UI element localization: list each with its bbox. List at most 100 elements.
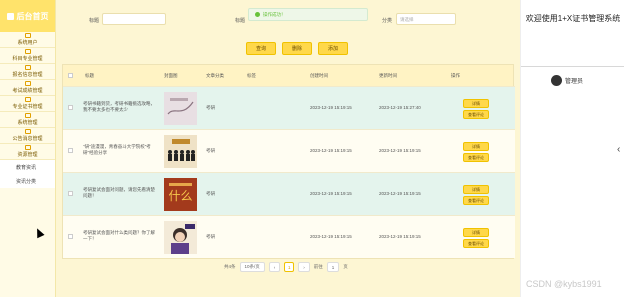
header-category: 文章分类 (206, 73, 224, 78)
gear-icon (24, 113, 31, 118)
welcome-title: 欢迎使用1+X证书管理系统 (525, 14, 621, 23)
page-label: 页 (343, 264, 348, 269)
sidebar-item-users[interactable]: 系统用户 (0, 32, 55, 48)
delete-button[interactable]: 删除 (282, 42, 313, 55)
row-updated: 2023-12-19 15:19:15 (379, 234, 421, 239)
detail-button[interactable]: 详情 (463, 185, 489, 194)
header-tag: 标签 (247, 73, 256, 78)
certificate-icon (24, 97, 31, 102)
detail-button[interactable]: 详情 (463, 99, 489, 108)
view-comments-button[interactable]: 查看评论 (463, 110, 489, 119)
username: 管理员 (565, 79, 584, 85)
row-checkbox[interactable] (68, 148, 73, 153)
title-label-2: 标题 (235, 18, 246, 24)
header-title: 标题 (85, 73, 94, 78)
success-toast: 操作成功！ (248, 8, 368, 21)
sidebar-item-registration[interactable]: 报名信息管理 (0, 64, 55, 80)
book-icon (24, 49, 31, 54)
header-actions: 操作 (451, 73, 460, 78)
row-category: 考研 (206, 191, 215, 196)
table-header: 标题 封面图 文章分类 标签 创建时间 更新时间 操作 (63, 65, 513, 86)
row-category: 考研 (206, 148, 215, 153)
score-icon (24, 81, 31, 86)
detail-button[interactable]: 详情 (463, 142, 489, 151)
row-checkbox[interactable] (68, 191, 73, 196)
data-table: 标题 封面图 文章分类 标签 创建时间 更新时间 操作 考研书籍到货，考研书籍挑… (62, 64, 515, 259)
query-button[interactable]: 查询 (246, 42, 277, 55)
add-button[interactable]: 添加 (318, 42, 349, 55)
app-root: 后台首页 系统用户 科目专业管理 报名信息管理 考试成绩管理 专业证书管理 系统… (0, 0, 624, 297)
header-cover: 封面图 (164, 73, 178, 78)
row-created: 2023-12-19 15:19:15 (310, 191, 352, 196)
total-count: 共4条 (224, 264, 236, 269)
sidebar-item-notices[interactable]: 公告消息管理 (0, 128, 55, 144)
row-category: 考研 (206, 105, 215, 110)
row-checkbox[interactable] (68, 105, 73, 110)
sidebar-home[interactable]: 后台首页 (0, 0, 55, 32)
home-icon (6, 12, 14, 20)
sidebar-item-certificates[interactable]: 专业证书管理 (0, 96, 55, 112)
folder-icon (24, 145, 31, 150)
header-created: 创建时间 (310, 73, 328, 78)
title-label: 标题 (89, 18, 100, 24)
row-created: 2023-12-19 15:19:15 (310, 105, 352, 110)
row-updated: 2023-12-19 15:19:15 (379, 148, 421, 153)
row-title: "研"途漫漫，青春奋斗大学院校"考研"经验分享 (83, 144, 151, 155)
row-updated: 2023-12-19 15:19:15 (379, 191, 421, 196)
current-page[interactable]: 1 (284, 262, 295, 272)
goto-input[interactable]: 1 (326, 262, 340, 272)
row-title: 考研书籍到货，考研书籍挑选攻略，我不要太多也不要太少 (83, 101, 155, 112)
table-row: 考研书籍到货，考研书籍挑选攻略，我不要太多也不要太少 考研 2023-12-19… (63, 86, 515, 129)
collapse-chevron-icon[interactable]: ‹ (617, 144, 620, 155)
goto-label: 前往 (313, 264, 323, 269)
sidebar-item-resources[interactable]: 资源管理 (0, 144, 55, 160)
page-size-select[interactable]: 10条/页 (239, 262, 265, 272)
sidebar-item-subjects[interactable]: 科目专业管理 (0, 48, 55, 64)
view-comments-button[interactable]: 查看评论 (463, 239, 489, 248)
cover-image (164, 92, 197, 125)
avatar (551, 75, 562, 86)
toast-text: 操作成功！ (263, 11, 286, 17)
view-comments-button[interactable]: 查看评论 (463, 153, 489, 162)
row-category: 考研 (206, 234, 215, 239)
right-panel: 欢迎使用1+X证书管理系统 管理员 ‹ (520, 0, 624, 297)
table-row: "研"途漫漫，青春奋斗大学院校"考研"经验分享 考研 2023-12-19 15… (63, 129, 515, 172)
cover-image (164, 221, 197, 254)
sidebar-item-scores[interactable]: 考试成绩管理 (0, 80, 55, 96)
table-row: 考研复试会面对什么类问题？你了解一下！ 考研 2023-12-19 15:19:… (63, 215, 515, 258)
sidebar: 后台首页 系统用户 科目专业管理 报名信息管理 考试成绩管理 专业证书管理 系统… (0, 0, 56, 297)
row-updated: 2023-12-19 15:27:40 (379, 105, 421, 110)
sidebar-sub-categories[interactable]: 资讯分类 (0, 174, 55, 188)
pagination: 共4条 10条/页 ‹ 1 › 前往 1 页 (224, 262, 348, 272)
prev-page-button[interactable]: ‹ (268, 262, 281, 272)
category-label: 分类 (382, 18, 393, 24)
sidebar-home-label: 后台首页 (16, 11, 49, 21)
watermark: CSDN @kybs1991 (526, 279, 602, 289)
title-input[interactable] (102, 13, 166, 25)
main-content: 标题 标题 分类 请选择 操作成功！ 查询 删除 添加 标题 封面图 文章分类 … (56, 0, 520, 297)
check-icon (255, 12, 260, 17)
detail-button[interactable]: 详情 (463, 228, 489, 237)
bell-icon (24, 129, 31, 134)
header-updated: 更新时间 (379, 73, 397, 78)
cover-image (164, 135, 197, 168)
action-buttons: 查询 删除 添加 (246, 42, 349, 55)
sidebar-item-system[interactable]: 系统管理 (0, 112, 55, 128)
table-row: 考研复试会面对问题，请您先看清楚问题！ 什么 考研 2023-12-19 15:… (63, 172, 515, 215)
select-all-checkbox[interactable] (68, 73, 73, 78)
sidebar-sub-news[interactable]: 教育资讯 (0, 160, 55, 174)
view-comments-button[interactable]: 查看评论 (463, 196, 489, 205)
divider (521, 66, 624, 67)
row-title: 考研复试会面对问题，请您先看清楚问题！ (83, 187, 155, 198)
row-checkbox[interactable] (68, 234, 73, 239)
form-icon (24, 65, 31, 70)
svg-text:什么: 什么 (168, 189, 192, 203)
user-info[interactable]: 管理员 (551, 75, 583, 86)
category-select[interactable]: 请选择 (396, 13, 456, 25)
next-page-button[interactable]: › (298, 262, 310, 272)
row-title: 考研复试会面对什么类问题？你了解一下！ (83, 230, 155, 241)
user-icon (24, 33, 31, 38)
row-created: 2023-12-19 15:19:15 (310, 234, 352, 239)
cover-image: 什么 (164, 178, 197, 211)
row-created: 2023-12-19 15:19:15 (310, 148, 352, 153)
